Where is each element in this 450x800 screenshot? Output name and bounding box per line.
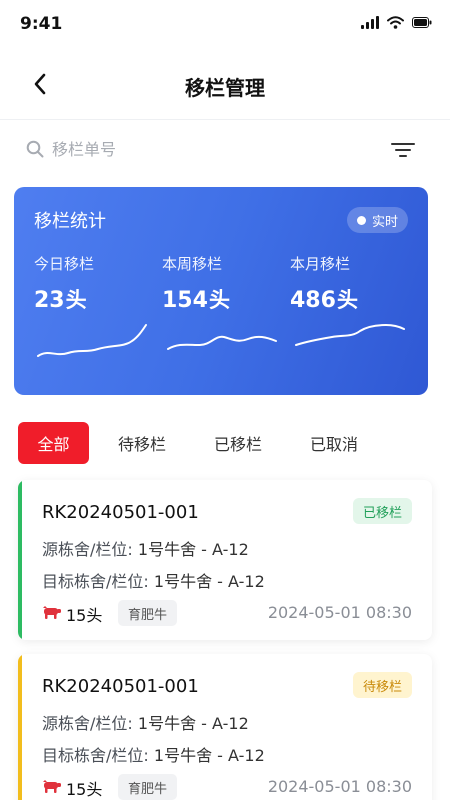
sparkline-today xyxy=(37,324,147,357)
sparkline-month xyxy=(295,323,405,346)
status-icons xyxy=(361,16,432,29)
source-label: 源栋舍/栏位: xyxy=(42,540,133,559)
stat-unit: 头 xyxy=(208,288,230,312)
filter-button[interactable] xyxy=(390,139,416,161)
cattle-icon xyxy=(43,780,61,793)
nav-bar: 移栏管理 xyxy=(0,48,450,120)
head-count: 15头 xyxy=(66,606,103,625)
target-label: 目标栋舍/栏位: xyxy=(42,746,149,765)
stat-value: 23 头 xyxy=(34,284,154,314)
record-id: RK20240501-001 xyxy=(42,502,199,523)
status-time: 9:41 xyxy=(20,14,63,34)
stat-number: 23 xyxy=(34,288,65,313)
target-label: 目标栋舍/栏位: xyxy=(42,572,149,591)
status-badge: 已移栏 xyxy=(352,498,412,524)
record-footer: 15头 育肥牛 2024-05-01 08:30 xyxy=(42,774,412,800)
page-title: 移栏管理 xyxy=(185,76,265,100)
breed-tag: 育肥牛 xyxy=(118,774,178,800)
battery-icon xyxy=(412,17,432,28)
status-tabs: 全部 待移栏 已移栏 已取消 xyxy=(18,422,432,464)
tab-pending[interactable]: 待移栏 xyxy=(106,422,178,464)
stat-today: 今日移栏 23 头 xyxy=(34,253,154,314)
sparkline-week xyxy=(167,335,277,350)
tab-cancelled[interactable]: 已取消 xyxy=(298,422,370,464)
record-id: RK20240501-001 xyxy=(42,676,199,697)
stat-number: 486 xyxy=(290,288,336,313)
breed-tag: 育肥牛 xyxy=(118,600,178,626)
stat-label: 今日移栏 xyxy=(34,255,95,273)
record-time: 2024-05-01 08:30 xyxy=(267,777,412,796)
source-value: 1号牛舍 - A-12 xyxy=(137,540,249,559)
source-value: 1号牛舍 - A-12 xyxy=(137,714,249,733)
record-time: 2024-05-01 08:30 xyxy=(267,603,412,622)
signal-icon xyxy=(361,16,379,29)
target-value: 1号牛舍 - A-12 xyxy=(153,572,265,591)
record-target: 目标栋舍/栏位: 1号牛舍 - A-12 xyxy=(42,742,265,766)
live-dot-icon xyxy=(356,215,366,225)
search-bar xyxy=(0,121,450,177)
record-accent-bar xyxy=(18,480,22,640)
tab-moved[interactable]: 已移栏 xyxy=(202,422,274,464)
cattle-icon xyxy=(43,606,61,619)
target-value: 1号牛舍 - A-12 xyxy=(153,746,265,765)
record-footer: 15头 育肥牛 2024-05-01 08:30 xyxy=(42,600,412,626)
status-bar: 9:41 xyxy=(0,0,450,48)
tab-all[interactable]: 全部 xyxy=(18,422,89,464)
stat-number: 154 xyxy=(162,288,208,313)
stats-title: 移栏统计 xyxy=(34,211,106,232)
stat-label: 本周移栏 xyxy=(162,255,223,273)
wifi-icon xyxy=(387,16,404,29)
record-card[interactable]: RK20240501-001 已移栏 源栋舍/栏位: 1号牛舍 - A-12 目… xyxy=(18,480,432,640)
record-source: 源栋舍/栏位: 1号牛舍 - A-12 xyxy=(42,710,249,734)
realtime-badge: 实时 xyxy=(346,207,408,233)
source-label: 源栋舍/栏位: xyxy=(42,714,133,733)
head-count: 15头 xyxy=(66,780,103,799)
record-card[interactable]: RK20240501-001 待移栏 源栋舍/栏位: 1号牛舍 - A-12 目… xyxy=(18,654,432,800)
stat-unit: 头 xyxy=(65,288,87,312)
record-target: 目标栋舍/栏位: 1号牛舍 - A-12 xyxy=(42,568,265,592)
stat-week: 本周移栏 154 头 xyxy=(162,253,282,314)
record-source: 源栋舍/栏位: 1号牛舍 - A-12 xyxy=(42,536,249,560)
stat-value: 154 头 xyxy=(162,284,282,314)
search-input[interactable] xyxy=(52,135,352,163)
record-accent-bar xyxy=(18,654,22,800)
search-icon xyxy=(26,140,44,158)
stat-month: 本月移栏 486 头 xyxy=(290,253,410,314)
stat-label: 本月移栏 xyxy=(290,255,351,273)
realtime-badge-label: 实时 xyxy=(371,214,398,230)
stats-card: 移栏统计 实时 今日移栏 23 头 本周移栏 154 头 本月移栏 486 头 xyxy=(14,187,428,395)
filter-icon xyxy=(391,143,415,157)
stat-value: 486 头 xyxy=(290,284,410,314)
status-badge: 待移栏 xyxy=(352,672,412,698)
stat-unit: 头 xyxy=(336,288,358,312)
